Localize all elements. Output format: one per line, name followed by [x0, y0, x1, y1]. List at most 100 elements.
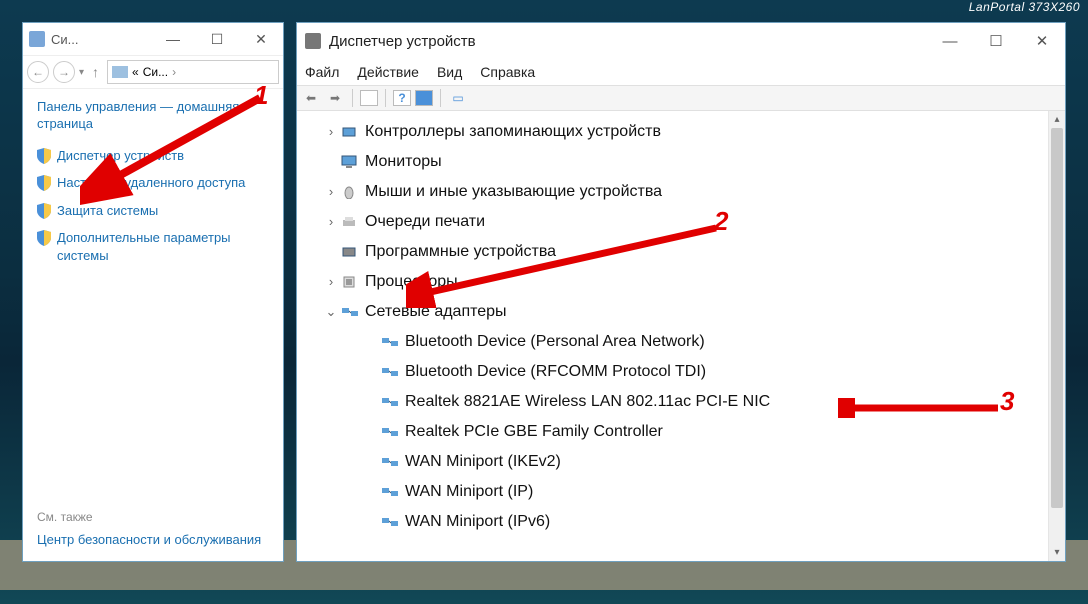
menu-bar: Файл Действие Вид Справка: [297, 59, 1065, 85]
scroll-up-button[interactable]: ▴: [1049, 111, 1065, 128]
shield-icon: [37, 203, 51, 219]
chevron-right-icon: ›: [172, 65, 176, 79]
shield-icon: [37, 175, 51, 191]
device-manager-icon: [305, 33, 321, 49]
nav-toolbar: ← → ▾ ↑ « Си... ›: [23, 55, 283, 89]
expand-icon[interactable]: ›: [321, 178, 341, 206]
show-hidden-button[interactable]: [360, 90, 378, 106]
tree-label: Мыши и иные указывающие устройства: [365, 178, 662, 206]
tree-label: WAN Miniport (IP): [405, 478, 533, 506]
menu-help[interactable]: Справка: [480, 64, 535, 80]
tree-label: Контроллеры запоминающих устройств: [365, 118, 661, 146]
loc-text: Си...: [143, 65, 168, 79]
printer-icon: [341, 214, 359, 230]
tree-category[interactable]: Мониторы: [301, 147, 1061, 177]
expand-icon[interactable]: ›: [321, 208, 341, 236]
menu-file[interactable]: Файл: [305, 64, 339, 80]
cpu-icon: [341, 274, 359, 290]
tree-category[interactable]: › Контроллеры запоминающих устройств: [301, 117, 1061, 147]
tree-category[interactable]: › Мыши и иные указывающие устройства: [301, 177, 1061, 207]
tree-category[interactable]: › Процессоры: [301, 267, 1061, 297]
tree-device[interactable]: Realtek 8821AE Wireless LAN 802.11ac PCI…: [301, 387, 1061, 417]
close-button[interactable]: ✕: [239, 24, 283, 54]
expand-icon[interactable]: ›: [321, 268, 341, 296]
back-button[interactable]: ⬅: [301, 88, 321, 108]
toolbar: ⬅ ➡ ? ▭: [297, 85, 1065, 111]
link-label: Диспетчер устройств: [57, 147, 184, 165]
scan-button[interactable]: ▭: [448, 88, 468, 108]
tree-label: Realtek 8821AE Wireless LAN 802.11ac PCI…: [405, 388, 770, 416]
forward-button[interactable]: →: [53, 61, 75, 83]
system-link-0[interactable]: Диспетчер устройств: [37, 147, 269, 165]
tree-device[interactable]: Bluetooth Device (RFCOMM Protocol TDI): [301, 357, 1061, 387]
mouse-icon: [341, 184, 359, 200]
net-icon: [381, 484, 399, 500]
history-dropdown[interactable]: ▾: [79, 67, 84, 78]
tree-label: Очереди печати: [365, 208, 485, 236]
maximize-button[interactable]: ☐: [195, 24, 239, 54]
net-icon: [381, 424, 399, 440]
expand-icon[interactable]: ›: [321, 118, 341, 146]
tree-device[interactable]: Bluetooth Device (Personal Area Network): [301, 327, 1061, 357]
menu-view[interactable]: Вид: [437, 64, 462, 80]
tree-device[interactable]: WAN Miniport (IPv6): [301, 507, 1061, 537]
help-button[interactable]: ?: [393, 90, 411, 106]
link-label: Защита системы: [57, 202, 158, 220]
system-icon: [29, 31, 45, 47]
tree-label: Процессоры: [365, 268, 458, 296]
scroll-down-button[interactable]: ▾: [1049, 544, 1065, 561]
tree-device[interactable]: WAN Miniport (IKEv2): [301, 447, 1061, 477]
tree-label: Программные устройства: [365, 238, 556, 266]
monitor-icon: [341, 154, 359, 170]
scroll-thumb[interactable]: [1051, 128, 1063, 508]
watermark-text: LanPortal 373X260: [0, 0, 1088, 16]
tree-label: Bluetooth Device (Personal Area Network): [405, 328, 705, 356]
window-title: Си...: [51, 32, 79, 47]
tree-category[interactable]: Программные устройства: [301, 237, 1061, 267]
vertical-scrollbar[interactable]: ▴ ▾: [1048, 111, 1065, 561]
tree-category[interactable]: › Очереди печати: [301, 207, 1061, 237]
tree-label: Сетевые адаптеры: [365, 298, 507, 326]
maximize-button[interactable]: ☐: [973, 26, 1019, 56]
tree-label: Realtek PCIe GBE Family Controller: [405, 418, 663, 446]
tree-device[interactable]: Realtek PCIe GBE Family Controller: [301, 417, 1061, 447]
see-also-header: См. также: [37, 510, 269, 524]
shield-icon: [37, 230, 51, 246]
net-icon: [381, 394, 399, 410]
control-panel-window: Си... — ☐ ✕ ← → ▾ ↑ « Си... › Панель упр…: [22, 22, 284, 562]
link-label: Дополнительные параметры системы: [57, 229, 269, 264]
tree-device[interactable]: WAN Miniport (IP): [301, 477, 1061, 507]
window-title: Диспетчер устройств: [329, 33, 476, 50]
expand-icon[interactable]: ⌄: [321, 298, 341, 326]
control-panel-home-link[interactable]: Панель управления — домашняя страница: [37, 99, 269, 133]
tree-category[interactable]: ⌄ Сетевые адаптеры: [301, 297, 1061, 327]
tree-label: Bluetooth Device (RFCOMM Protocol TDI): [405, 358, 706, 386]
close-button[interactable]: ✕: [1019, 26, 1065, 56]
tree-label: WAN Miniport (IKEv2): [405, 448, 561, 476]
forward-button[interactable]: ➡: [325, 88, 345, 108]
address-bar[interactable]: « Си... ›: [107, 60, 279, 84]
system-link-3[interactable]: Дополнительные параметры системы: [37, 229, 269, 264]
net-icon: [381, 334, 399, 350]
net-icon: [381, 364, 399, 380]
drive-icon: [341, 124, 359, 140]
titlebar[interactable]: Диспетчер устройств — ☐ ✕: [297, 23, 1065, 59]
menu-action[interactable]: Действие: [357, 64, 419, 80]
tree-label: WAN Miniport (IPv6): [405, 508, 550, 536]
tree-label: Мониторы: [365, 148, 442, 176]
computer-icon: [112, 66, 128, 78]
minimize-button[interactable]: —: [151, 24, 195, 54]
titlebar[interactable]: Си... — ☐ ✕: [23, 23, 283, 55]
net-icon: [381, 514, 399, 530]
shield-icon: [37, 148, 51, 164]
back-button[interactable]: ←: [27, 61, 49, 83]
security-center-link[interactable]: Центр безопасности и обслуживания: [37, 532, 269, 549]
system-link-1[interactable]: Настройка удаленного доступа: [37, 174, 269, 192]
device-manager-window: Диспетчер устройств — ☐ ✕ Файл Действие …: [296, 22, 1066, 562]
up-button[interactable]: ↑: [88, 64, 103, 80]
properties-button[interactable]: [415, 90, 433, 106]
loc-prefix: «: [132, 65, 139, 79]
system-link-2[interactable]: Защита системы: [37, 202, 269, 220]
net-icon: [341, 304, 359, 320]
minimize-button[interactable]: —: [927, 26, 973, 56]
